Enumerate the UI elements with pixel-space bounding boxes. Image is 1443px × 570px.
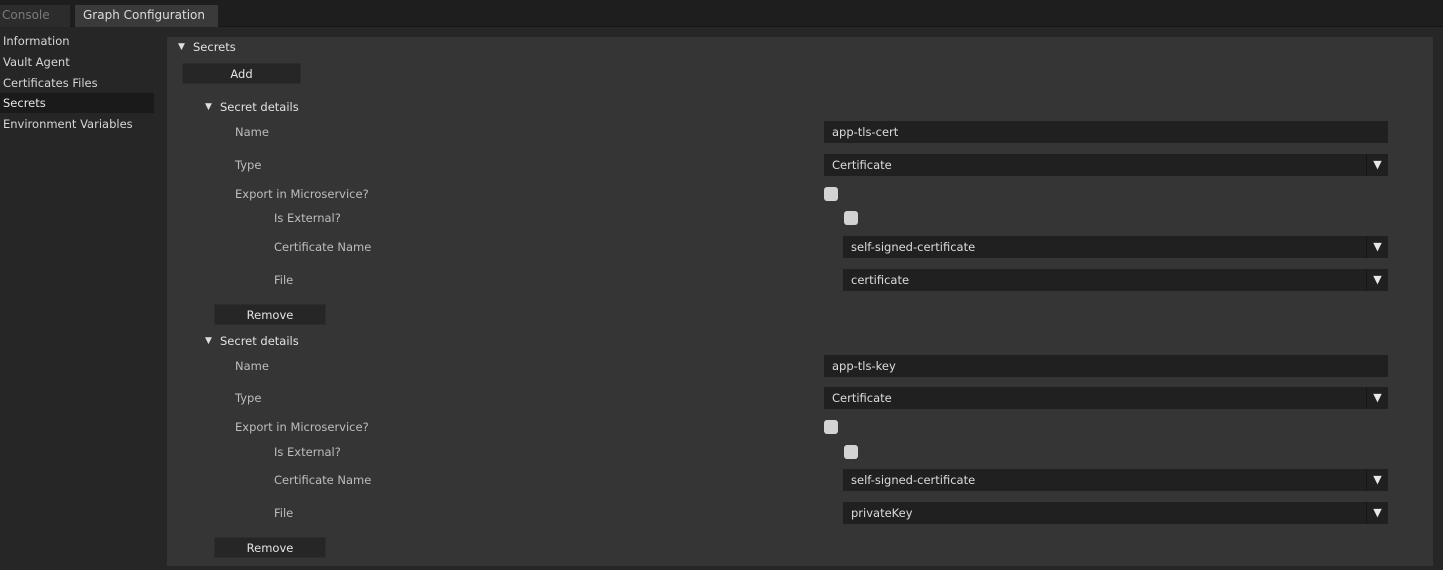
remove-secret-button[interactable]: Remove [214, 537, 326, 558]
sidebar-item-secrets[interactable]: Secrets [0, 93, 154, 113]
type-label: Type [235, 391, 262, 405]
external-label: Is External? [274, 445, 341, 459]
name-input[interactable]: app-tls-key [824, 355, 1388, 377]
sidebar: Information Vault Agent Certificates Fil… [0, 28, 158, 570]
app-window: Console Graph Configuration Information … [0, 0, 1443, 570]
certificate-name-value: self-signed-certificate [851, 473, 976, 487]
file-value: privateKey [851, 506, 913, 520]
tab-graph-configuration[interactable]: Graph Configuration [75, 5, 218, 27]
secrets-panel: ▼ Secrets Add ▼ Secret details Name app-… [167, 37, 1433, 566]
sidebar-item-information[interactable]: Information [0, 31, 154, 51]
export-checkbox[interactable] [824, 420, 838, 434]
export-label: Export in Microservice? [235, 420, 369, 434]
sidebar-item-certificates-files[interactable]: Certificates Files [0, 73, 154, 93]
tab-bar: Console Graph Configuration [0, 0, 1443, 27]
type-value: Certificate [832, 391, 892, 405]
secret-details-title: Secret details [220, 334, 299, 348]
certificate-name-label: Certificate Name [274, 473, 372, 487]
dropdown-arrow-icon[interactable]: ▼ [1366, 502, 1388, 524]
file-select[interactable]: privateKey ▼ [843, 502, 1388, 524]
name-label: Name [235, 359, 269, 373]
sidebar-item-vault-agent[interactable]: Vault Agent [0, 52, 154, 72]
dropdown-arrow-icon[interactable]: ▼ [1366, 469, 1388, 491]
sidebar-item-environment-variables[interactable]: Environment Variables [0, 114, 154, 134]
triangle-down-icon[interactable]: ▼ [205, 335, 212, 347]
certificate-name-select[interactable]: self-signed-certificate ▼ [843, 469, 1388, 491]
tab-console[interactable]: Console [0, 5, 70, 27]
file-label: File [274, 506, 294, 520]
dropdown-arrow-icon[interactable]: ▼ [1366, 387, 1388, 409]
type-select[interactable]: Certificate ▼ [824, 387, 1388, 409]
external-checkbox[interactable] [844, 445, 858, 459]
secret-details-group: ▼ Secret details Name app-tls-key Type C… [167, 37, 1433, 566]
